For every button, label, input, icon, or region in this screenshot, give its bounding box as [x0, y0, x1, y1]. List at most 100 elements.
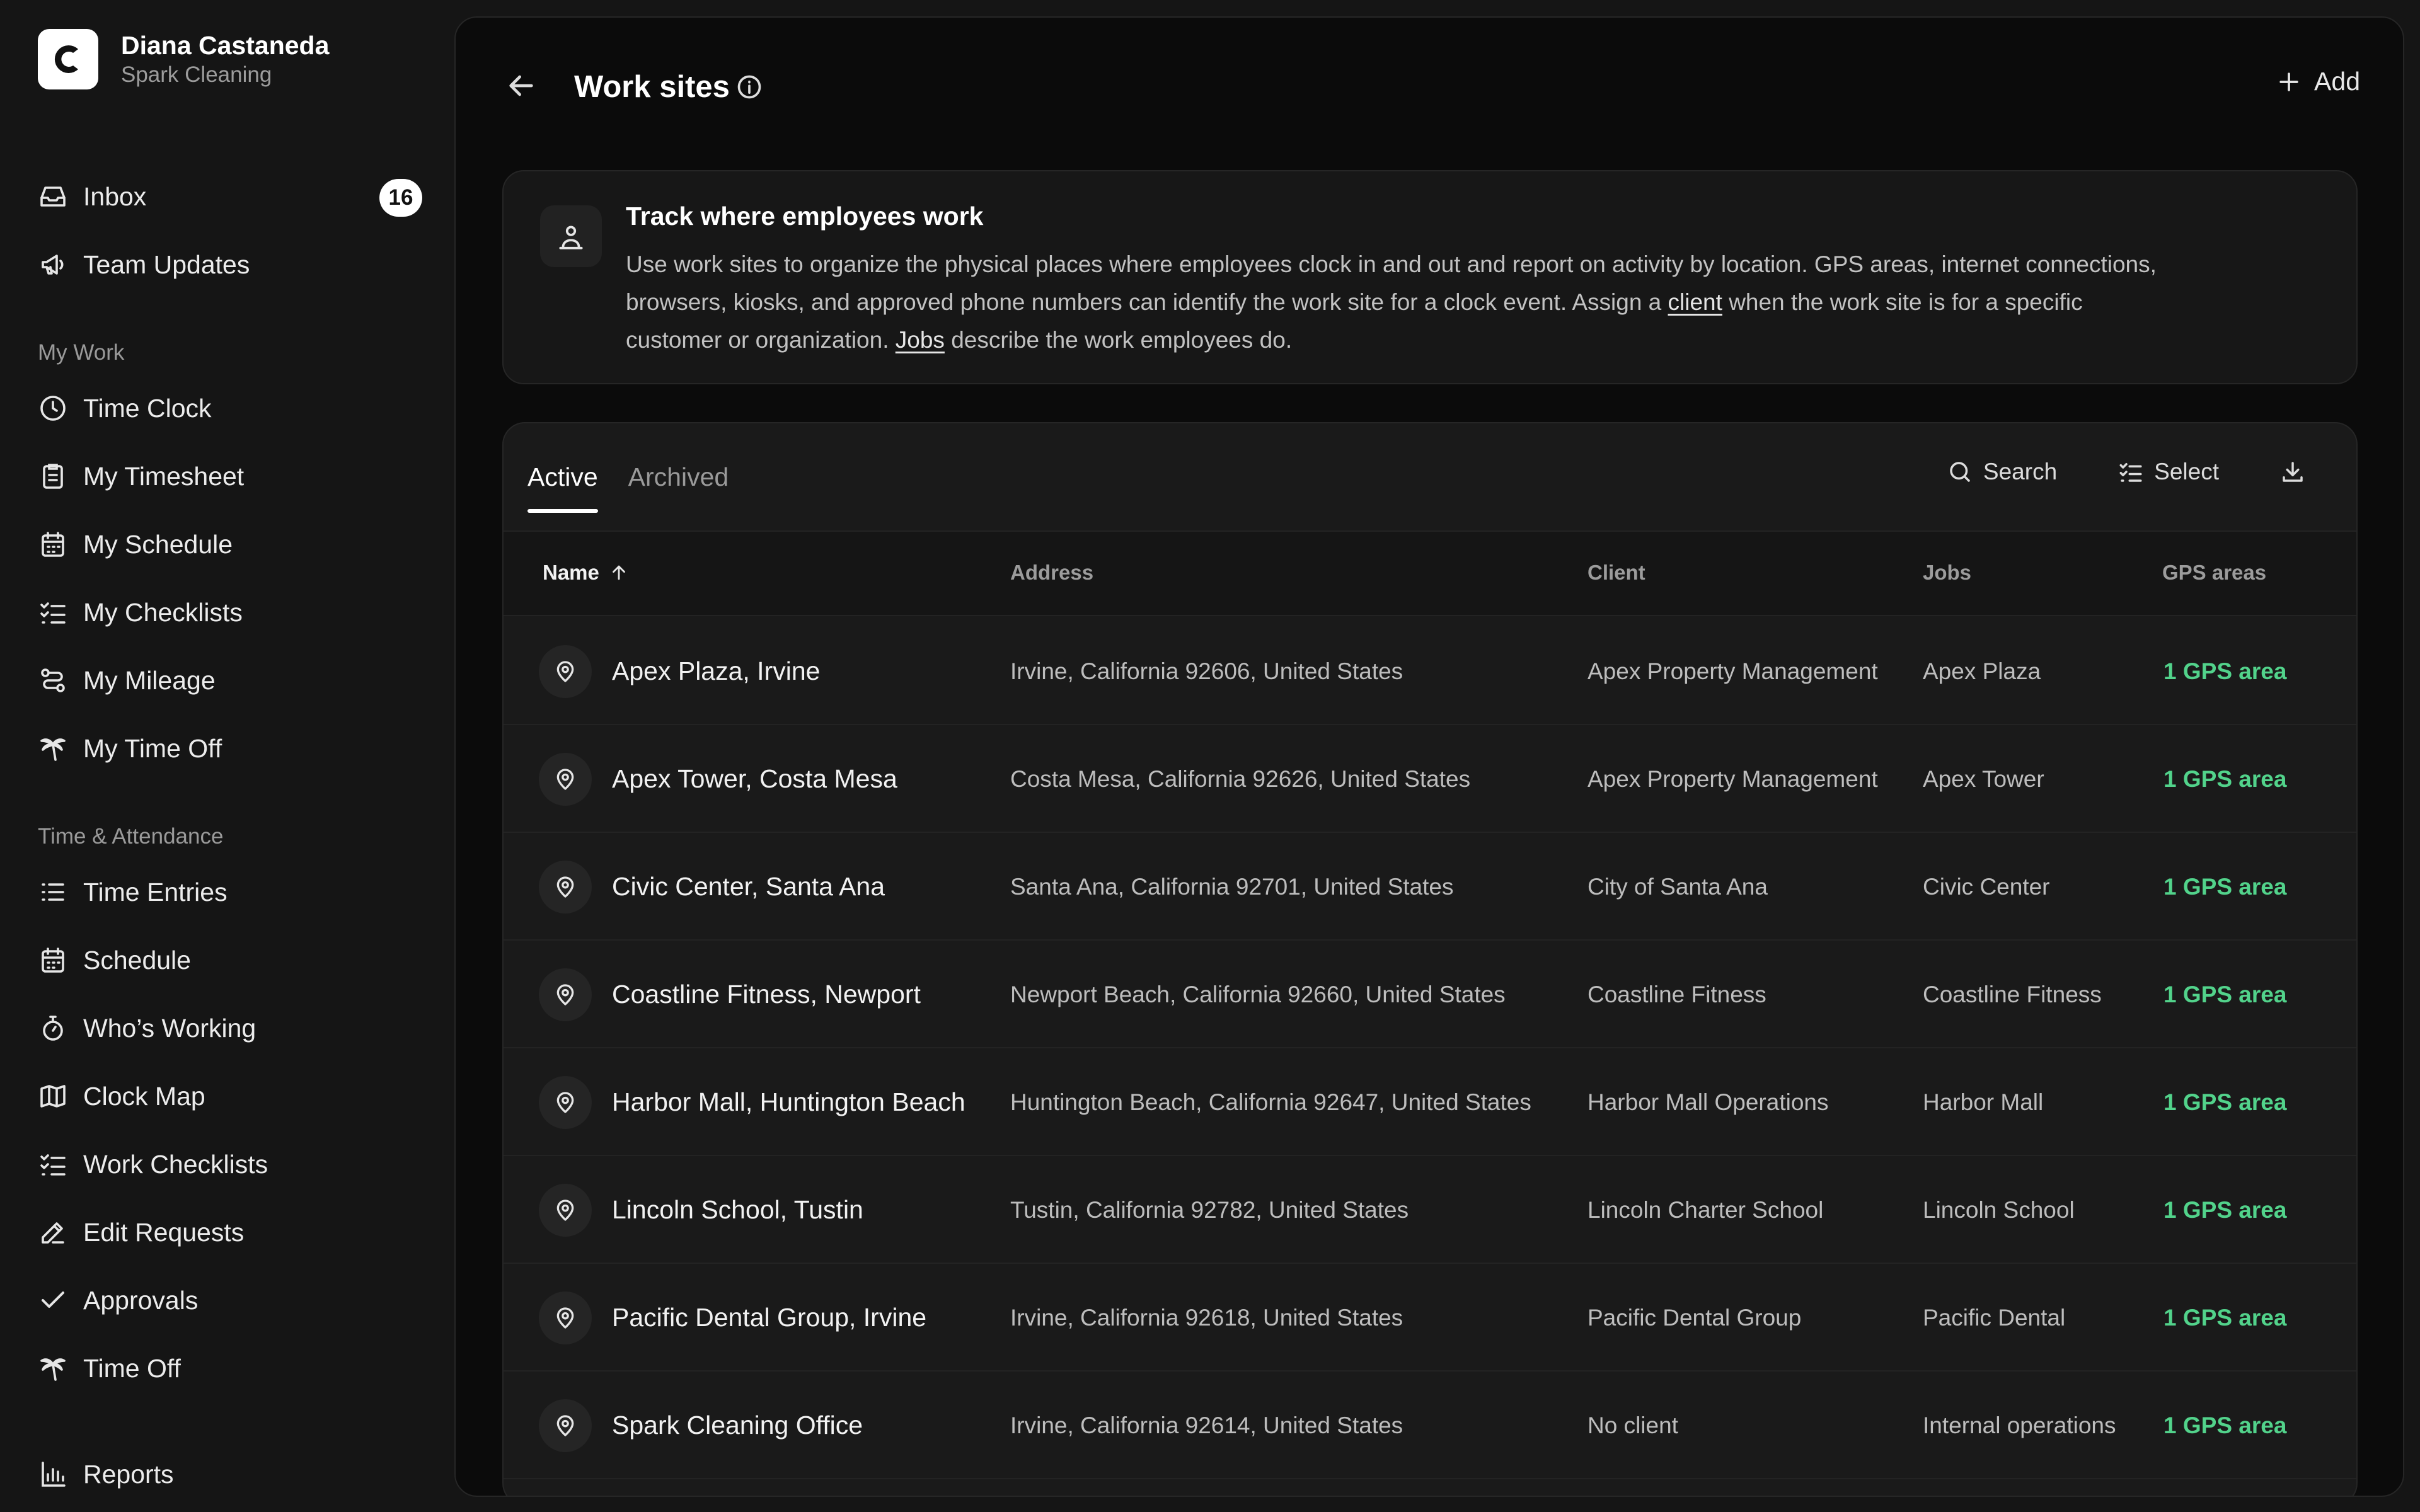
- calendar-icon: [42, 532, 64, 557]
- table-row[interactable]: Harbor Mall, Huntington Beach Huntington …: [504, 1048, 2356, 1156]
- sidebar-item-time-off[interactable]: Time Off: [38, 1346, 429, 1391]
- tab-active[interactable]: Active: [527, 423, 598, 530]
- cell-gps-areas[interactable]: 1 GPS area: [2164, 725, 2286, 833]
- jobs-link[interactable]: Jobs: [896, 327, 945, 353]
- cell-gps-areas[interactable]: 1 GPS area: [2164, 1156, 2286, 1264]
- column-header-name[interactable]: Name: [543, 561, 630, 585]
- select-label: Select: [2154, 459, 2219, 484]
- company-name: Spark Cleaning: [121, 62, 272, 87]
- sidebar-item-edit-requests[interactable]: Edit Requests: [38, 1210, 429, 1255]
- table-row[interactable]: Civic Center, Santa Ana Santa Ana, Califo…: [504, 833, 2356, 941]
- map-pin-person-icon: [540, 205, 602, 267]
- table-row[interactable]: Apex Tower, Costa Mesa Costa Mesa, Califo…: [504, 725, 2356, 833]
- sidebar-item-schedule[interactable]: Schedule: [38, 937, 429, 983]
- client-link[interactable]: client: [1668, 289, 1722, 315]
- sidebar-item-time-clock[interactable]: Time Clock: [38, 386, 429, 431]
- cell-address: Santa Ana, California 92701, United Stat…: [1010, 873, 1454, 900]
- table-row[interactable]: Pacific Dental Group, Irvine Irvine, Cali…: [504, 1264, 2356, 1372]
- table-header: Name Address Client Jobs GPS areas: [504, 530, 2356, 616]
- sidebar-item-label: Schedule: [83, 945, 191, 975]
- inbox-icon: [40, 186, 66, 207]
- checklist-icon: [40, 602, 66, 624]
- map-pin-icon: [539, 1184, 592, 1237]
- tab-bar: Active Archived: [527, 423, 759, 530]
- palm-tree-icon: [40, 738, 66, 761]
- sidebar-item-label: Clock Map: [83, 1081, 205, 1111]
- page-title: Work sites: [574, 70, 730, 104]
- sidebar-item-label: My Timesheet: [83, 461, 245, 491]
- sidebar-item-label: Reports: [83, 1459, 174, 1489]
- cell-client: Apex Property Management: [1587, 658, 1878, 684]
- column-header-gps-areas[interactable]: GPS areas: [2162, 561, 2266, 585]
- cell-jobs: Apex Tower: [1923, 765, 2044, 792]
- map-pin-icon: [539, 1292, 592, 1344]
- cell-jobs: Harbor Mall: [1923, 1089, 2044, 1115]
- cell-name: Spark Cleaning Office: [612, 1411, 863, 1440]
- work-sites-card: Active Archived Search Select Name Addre…: [502, 422, 2358, 1496]
- search-label: Search: [1983, 459, 2058, 484]
- cell-client: City of Santa Ana: [1587, 873, 1768, 900]
- cell-gps-areas[interactable]: 1 GPS area: [2164, 833, 2286, 941]
- cell-jobs: Pacific Dental: [1923, 1304, 2066, 1331]
- table-row[interactable]: Spark Cleaning Office Irvine, California …: [504, 1372, 2356, 1479]
- cell-client: Coastline Fitness: [1587, 981, 1766, 1007]
- sidebar-item-my-schedule[interactable]: My Schedule: [38, 522, 429, 567]
- sidebar-item-my-checklists[interactable]: My Checklists: [38, 590, 429, 635]
- table-toolbar: Search Select: [1886, 459, 2306, 485]
- user-name: Diana Castaneda: [121, 31, 330, 60]
- sidebar-item-work-checklists[interactable]: Work Checklists: [38, 1142, 429, 1187]
- column-header-client[interactable]: Client: [1587, 561, 1645, 585]
- add-work-site-button[interactable]: Add: [2275, 67, 2360, 96]
- checklist-icon: [2119, 463, 2142, 482]
- cell-address: Costa Mesa, California 92626, United Sta…: [1010, 765, 1471, 792]
- sidebar-item-label: Time Entries: [83, 877, 228, 907]
- sidebar-item-inbox[interactable]: Inbox 16: [38, 174, 429, 219]
- tab-archived[interactable]: Archived: [628, 423, 729, 530]
- column-header-address[interactable]: Address: [1010, 561, 1093, 585]
- cell-name: Coastline Fitness, Newport: [612, 980, 921, 1009]
- download-button[interactable]: [2279, 459, 2306, 485]
- sidebar-item-whos-working[interactable]: Who’s Working: [38, 1005, 429, 1051]
- callout-body: Use work sites to organize the physical …: [626, 246, 2176, 359]
- cell-address: Newport Beach, California 92660, United …: [1010, 981, 1506, 1007]
- sidebar-item-approvals[interactable]: Approvals: [38, 1278, 429, 1323]
- cell-gps-areas[interactable]: 1 GPS area: [2164, 941, 2286, 1048]
- clock-icon: [40, 396, 66, 421]
- callout-title: Track where employees work: [626, 202, 984, 231]
- cell-gps-areas[interactable]: 1 GPS area: [2164, 617, 2286, 725]
- cell-client: Pacific Dental Group: [1587, 1304, 1802, 1331]
- cell-address: Irvine, California 92606, United States: [1010, 658, 1403, 684]
- cell-client: No client: [1587, 1412, 1678, 1438]
- search-button[interactable]: Search: [1947, 459, 2057, 485]
- sidebar-item-team-updates[interactable]: Team Updates: [38, 242, 429, 287]
- back-arrow-icon[interactable]: [504, 68, 539, 103]
- select-button[interactable]: Select: [2118, 459, 2219, 485]
- info-icon[interactable]: [735, 73, 763, 101]
- sidebar-item-label: Time Clock: [83, 393, 212, 423]
- calendar-icon: [42, 948, 64, 973]
- sidebar-item-time-entries[interactable]: Time Entries: [38, 869, 429, 915]
- route-icon: [41, 668, 65, 692]
- cell-gps-areas[interactable]: 1 GPS area: [2164, 1048, 2286, 1156]
- cell-name: Civic Center, Santa Ana: [612, 872, 885, 901]
- sidebar-item-reports[interactable]: Reports: [38, 1452, 429, 1497]
- sidebar-item-my-mileage[interactable]: My Mileage: [38, 658, 429, 703]
- cell-client: Lincoln Charter School: [1587, 1196, 1824, 1223]
- cell-gps-areas[interactable]: 1 GPS area: [2164, 1372, 2286, 1479]
- sidebar-item-my-timesheet[interactable]: My Timesheet: [38, 454, 429, 499]
- org-switcher[interactable]: Diana Castaneda Spark Cleaning: [38, 29, 329, 89]
- sidebar-item-label: My Time Off: [83, 733, 222, 763]
- check-icon: [42, 1292, 64, 1308]
- cell-jobs: Coastline Fitness: [1923, 981, 2102, 1007]
- column-header-jobs[interactable]: Jobs: [1923, 561, 1971, 585]
- cell-name: Harbor Mall, Huntington Beach: [612, 1087, 965, 1116]
- cell-gps-areas[interactable]: 1 GPS area: [2164, 1264, 2286, 1372]
- table-row[interactable]: Coastline Fitness, Newport Newport Beach,…: [504, 941, 2356, 1048]
- sidebar-item-my-time-off[interactable]: My Time Off: [38, 726, 429, 771]
- sidebar-item-clock-map[interactable]: Clock Map: [38, 1074, 429, 1119]
- company-logo: [38, 29, 98, 89]
- table-row[interactable]: Apex Plaza, Irvine Irvine, California 926…: [504, 617, 2356, 725]
- cell-client: Harbor Mall Operations: [1587, 1089, 1829, 1115]
- sidebar-item-label: Approvals: [83, 1285, 199, 1315]
- table-row[interactable]: Lincoln School, Tustin Tustin, California…: [504, 1156, 2356, 1264]
